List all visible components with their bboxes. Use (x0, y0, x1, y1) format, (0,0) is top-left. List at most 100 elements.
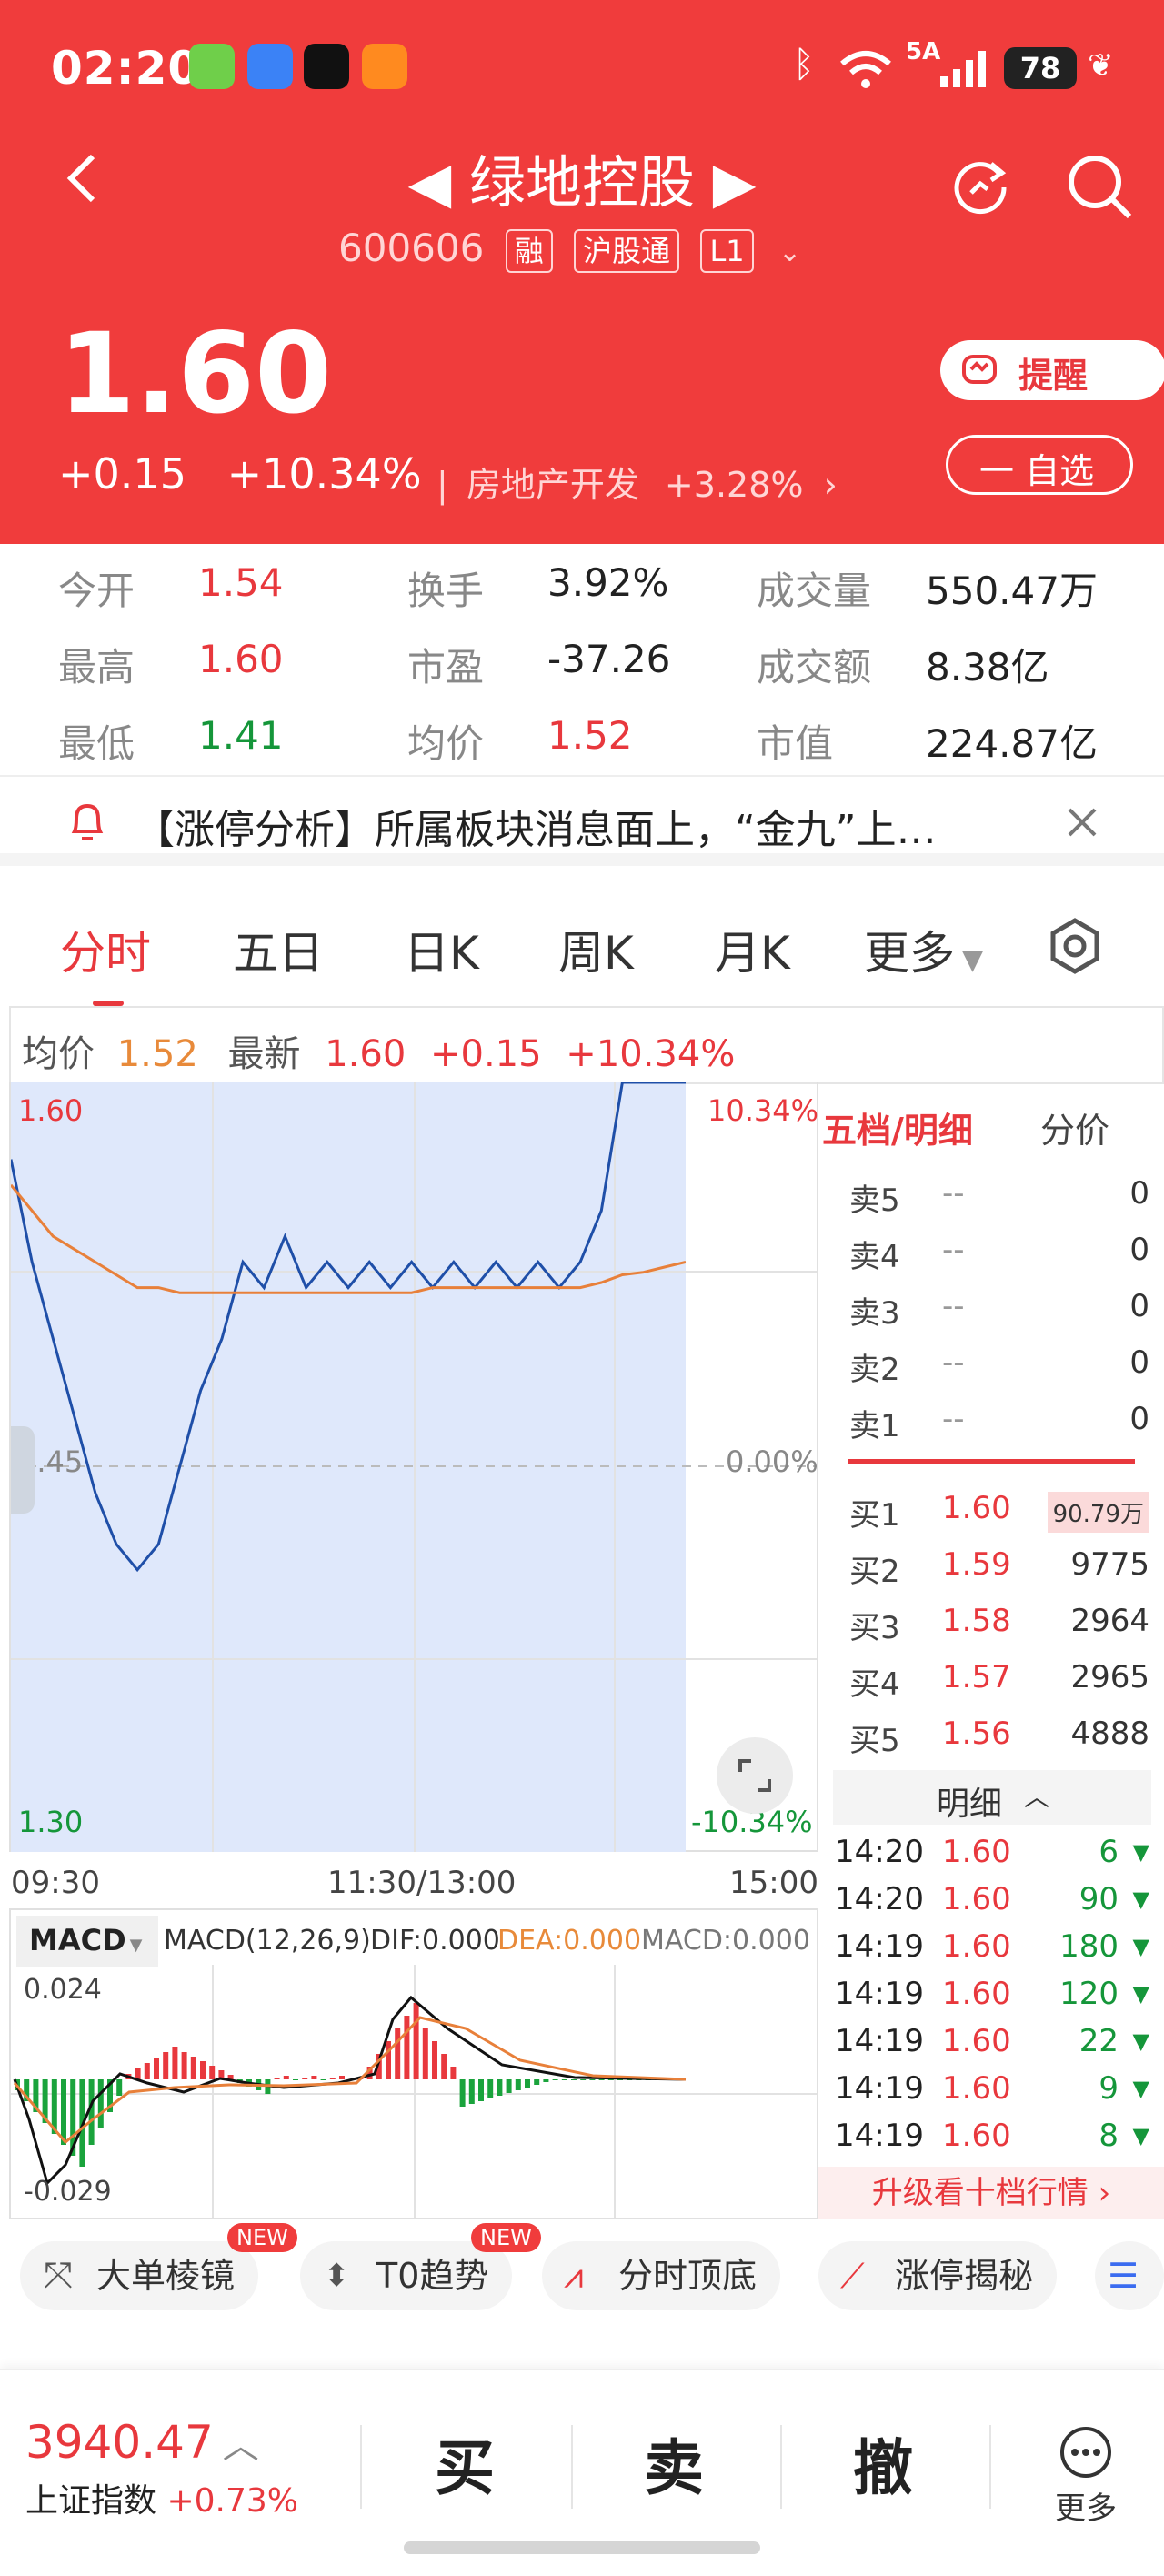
macd-bar (413, 2003, 419, 2079)
tool-big-order[interactable]: ⤧ 大单棱镜 (20, 2241, 259, 2310)
quote-stats: 今开 1.54 换手 3.92% 成交量 550.47万 最高 1.60 市盈 -37.26 成交额… (0, 544, 1164, 773)
app-notification-icon (362, 44, 407, 89)
down-arrow-icon: ▼ (1132, 2028, 1149, 2054)
order-book: 五档/明细 分价 明细 ︿ 升级看十档行情 › 卖5 -- 0 卖4 -- 0 卖3 -- 0 卖… (818, 1082, 1164, 2219)
index-widget[interactable]: 3940.47 ︿ 上证指数 +0.73% (25, 2416, 298, 2521)
trade-time: 14:19 (835, 2118, 924, 2154)
tab-daily-k[interactable]: 日K (404, 917, 479, 982)
add-watchlist-button[interactable]: 一 自选 (946, 435, 1133, 495)
buy-button[interactable]: 买 (435, 2420, 495, 2507)
settings-icon[interactable] (1046, 917, 1104, 975)
trade-volume: 8 (1099, 2118, 1119, 2154)
limit-up-notice[interactable]: 【涨停分析】所属板块消息面上，“金九”上… (0, 775, 1164, 866)
indicator-selector[interactable]: MACD ▼ (16, 1916, 158, 1967)
stat-label: 成交额 (757, 645, 872, 689)
trade-time: 14:19 (835, 2070, 924, 2107)
scatter-icon: ⤧ (44, 2255, 73, 2297)
macd-bar (506, 2079, 512, 2093)
stat-label: 换手 (407, 569, 485, 613)
row-volume: 0 (1129, 1401, 1149, 1437)
down-arrow-icon: ▼ (1132, 1887, 1149, 1912)
remind-button[interactable]: 提醒 (940, 340, 1164, 400)
row-price: 1.58 (942, 1603, 1011, 1639)
price-volume-tab[interactable]: 分价 (1040, 1102, 1109, 1152)
orderbook-tab[interactable]: 五档/明细 (822, 1102, 973, 1152)
macd-bar (404, 2016, 410, 2079)
macd-bar (478, 2079, 484, 2101)
more-icon (1060, 2427, 1111, 2478)
down-arrow-icon: ▼ (1132, 1934, 1149, 1959)
leaf-icon: ❦ (1088, 47, 1114, 84)
close-icon[interactable] (1064, 804, 1100, 840)
tag-margin: 融 (505, 228, 553, 273)
refresh-icon[interactable] (951, 156, 1011, 216)
detail-header[interactable]: 明细 ︿ (833, 1770, 1151, 1825)
side-drawer-handle[interactable] (11, 1426, 35, 1514)
cancel-order-button[interactable]: 撤 (853, 2420, 913, 2507)
row-label: 卖5 (849, 1182, 900, 1219)
row-volume: 0 (1129, 1175, 1149, 1212)
tab-more-label: 更多 (864, 927, 955, 980)
row-volume: 2965 (1070, 1659, 1149, 1696)
tab-more[interactable]: 更多 ▼ (864, 917, 983, 982)
search-icon[interactable] (1064, 151, 1137, 224)
avg-value: 1.52 (116, 1033, 198, 1075)
alarm-icon (962, 355, 997, 384)
down-arrow-icon: ▼ (1132, 1981, 1149, 2007)
macd-bar (561, 2079, 567, 2080)
latest-percent: +10.34% (566, 1033, 736, 1075)
macd-bar (450, 2067, 457, 2079)
stock-code: 600606 (338, 226, 485, 270)
row-price: 1.56 (942, 1716, 1011, 1752)
trade-volume: 180 (1059, 1928, 1119, 1965)
macd-panel[interactable]: MACD ▼ MACD(12,26,9) DIF:0.000 DEA:0.000 … (9, 1908, 818, 2219)
divider (780, 2425, 782, 2509)
sector-link[interactable]: | 房地产开发 +3.28% › (436, 457, 838, 507)
row-volume: 4888 (1070, 1716, 1149, 1752)
divider (360, 2425, 362, 2509)
trend-icon: ⩘ (564, 2256, 584, 2296)
macd-bar (422, 2028, 428, 2079)
row-price: -- (942, 1175, 965, 1212)
row-price: -- (942, 1401, 965, 1437)
signal-icon (940, 51, 986, 87)
row-price: -- (942, 1344, 965, 1381)
tool-top-bottom[interactable]: ⩘ 分时顶底 (542, 2241, 781, 2310)
row-volume: 2964 (1070, 1603, 1149, 1639)
latest-change: +0.15 (430, 1033, 542, 1075)
tab-weekly-k[interactable]: 周K (558, 917, 634, 982)
macd-bar (571, 2079, 577, 2080)
tab-five-day[interactable]: 五日 (233, 917, 324, 982)
macd-bar (200, 2061, 206, 2079)
macd-bar (172, 2047, 178, 2079)
chevron-down-icon[interactable]: ⌄ (778, 236, 801, 268)
tag-level[interactable]: L1 (700, 228, 754, 273)
macd-bar (515, 2079, 521, 2090)
macd-bar (395, 2028, 401, 2079)
tool-t0-trend[interactable]: ⬍ T0趋势 (300, 2241, 513, 2310)
tool-limit-up[interactable]: ⟋ 涨停揭秘 (818, 2241, 1058, 2310)
macd-bar (274, 2078, 280, 2079)
fullscreen-button[interactable] (717, 1737, 793, 1814)
tool-more-partial[interactable]: ☰ (1095, 2241, 1164, 2310)
trade-price: 1.60 (942, 2070, 1011, 2107)
upgrade-label: 升级看十档行情 (871, 2175, 1089, 2211)
tab-monthly-k[interactable]: 月K (715, 917, 790, 982)
tab-intraday[interactable]: 分时 (60, 917, 151, 982)
more-button[interactable]: 更多 (1039, 2425, 1133, 2528)
intraday-chart[interactable]: 1.60 1.45 1.30 10.34% 0.00% -10.34% (9, 1081, 818, 1852)
upgrade-button[interactable]: 升级看十档行情 › (818, 2167, 1164, 2219)
macd-bar (302, 2078, 308, 2079)
row-label: 卖4 (849, 1239, 900, 1275)
stat-value: 224.87亿 (926, 721, 1098, 766)
row-label: 买2 (849, 1554, 900, 1590)
macd-bar (552, 2079, 558, 2080)
stat-label: 成交量 (757, 569, 872, 613)
macd-bar (209, 2066, 216, 2079)
macd-bar (543, 2079, 549, 2082)
sell-button[interactable]: 卖 (644, 2420, 704, 2507)
stock-header: 02:20 ᛒ 5A 78 ❦ ◀ 绿地控股 ▶ 600606 融 沪股通 L1… (0, 0, 1164, 544)
row-volume: 9775 (1070, 1546, 1149, 1583)
avg-label: 均价 (22, 1033, 95, 1075)
tool-label: 大单棱镜 (96, 2256, 236, 2296)
